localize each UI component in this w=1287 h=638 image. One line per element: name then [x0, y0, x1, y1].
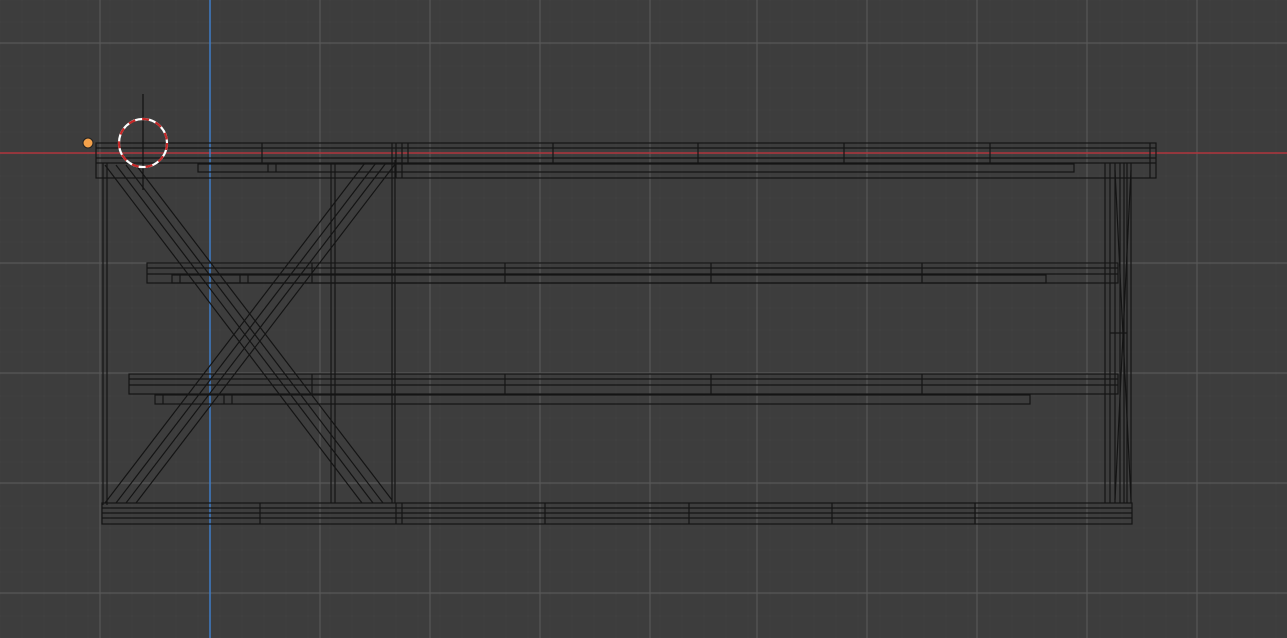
3d-viewport[interactable]	[0, 0, 1287, 638]
grid-minor-lines	[0, 0, 1287, 638]
grid-major-lines	[0, 0, 1287, 638]
origin-dot-icon[interactable]	[82, 137, 94, 149]
table-frame-mesh[interactable]	[95, 142, 1157, 525]
viewport-canvas[interactable]	[0, 0, 1287, 638]
